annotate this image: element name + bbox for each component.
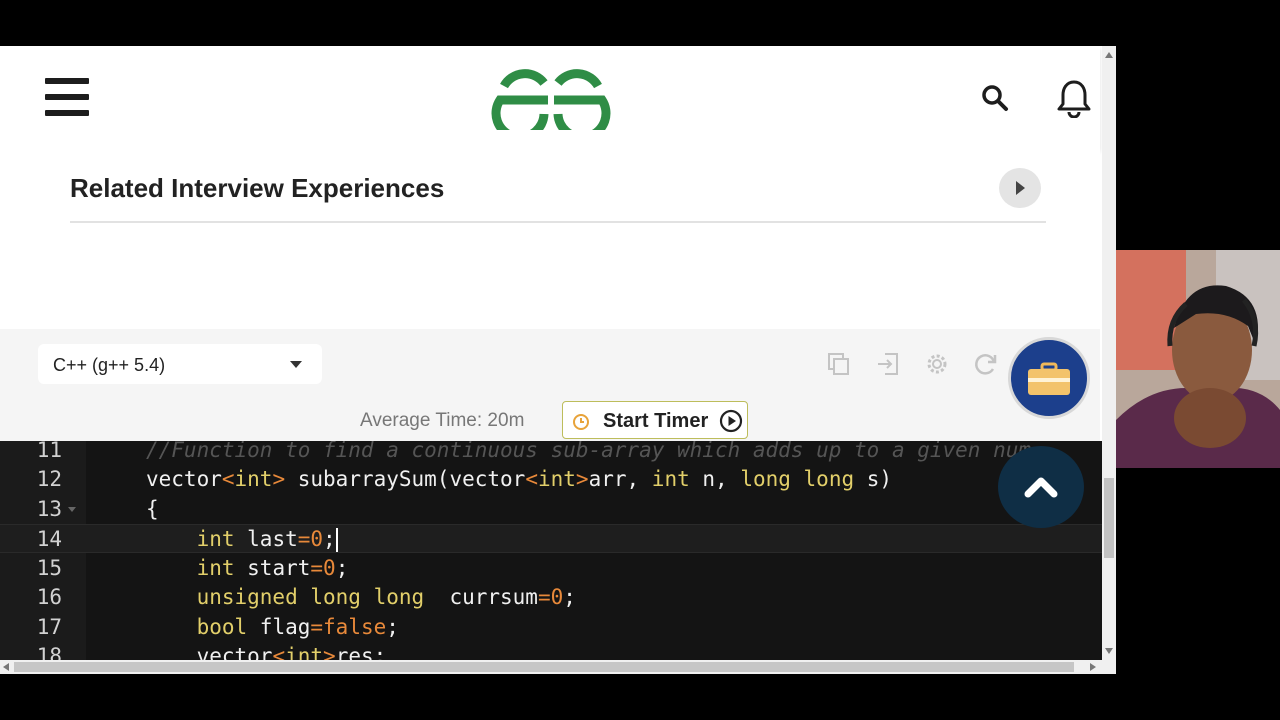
- alarm-clock-icon: [573, 414, 589, 430]
- horizontal-scrollbar-thumb[interactable]: [14, 662, 1074, 672]
- import-icon[interactable]: [875, 351, 901, 382]
- start-timer-label: Start Timer: [603, 410, 709, 432]
- site-header: [0, 46, 1100, 150]
- vertical-scrollbar-thumb[interactable]: [1104, 478, 1114, 558]
- copy-icon[interactable]: [826, 351, 852, 382]
- code-line: 17 bool flag=false;: [0, 613, 1102, 642]
- line-number: 11: [36, 441, 62, 462]
- briefcase-button[interactable]: [1008, 337, 1090, 419]
- code-line: 16 unsigned long long currsum=0;: [0, 583, 1102, 612]
- code-text: int start=0;: [196, 556, 349, 580]
- chevron-right-icon: [1016, 181, 1025, 195]
- webcam-overlay: [1116, 250, 1280, 468]
- code-line-active: 14 int last=0;: [0, 524, 1102, 553]
- caret-down-icon: [290, 361, 302, 368]
- code-text: int last=0;: [196, 527, 338, 552]
- editor-toolbar: C++ (g++ 5.4) Average Time: 20m Start Ti…: [0, 329, 1100, 441]
- menu-icon[interactable]: [45, 78, 89, 116]
- notification-bell-icon[interactable]: [1056, 78, 1092, 123]
- code-text: vector<int>res;: [146, 644, 387, 661]
- language-label: C++ (g++ 5.4): [53, 355, 166, 375]
- line-number: 13: [36, 497, 62, 521]
- code-line: 15 int start=0;: [0, 554, 1102, 583]
- text-cursor: [335, 528, 338, 552]
- divider: [70, 221, 1046, 223]
- line-number: 14: [36, 527, 62, 551]
- fold-arrow-icon[interactable]: [68, 507, 76, 512]
- code-text: {: [146, 497, 159, 521]
- start-timer-button[interactable]: Start Timer: [562, 401, 748, 439]
- scroll-right-arrow-icon[interactable]: [1090, 663, 1096, 671]
- search-icon[interactable]: [980, 83, 1010, 118]
- gfg-logo[interactable]: [490, 66, 612, 142]
- code-comment: //Function to find a continuous sub-arra…: [146, 441, 1032, 462]
- related-title: Related Interview Experiences: [70, 173, 445, 203]
- code-text: bool flag=false;: [196, 615, 399, 639]
- language-select[interactable]: C++ (g++ 5.4): [38, 344, 322, 384]
- average-time: Average Time: 20m: [360, 410, 525, 431]
- scroll-to-top-button[interactable]: [998, 446, 1084, 528]
- line-number: 17: [36, 615, 62, 639]
- line-number: 18: [36, 644, 62, 661]
- code-text: vector<int> subarraySum(vector<int>arr, …: [146, 467, 893, 491]
- scroll-down-arrow-icon[interactable]: [1105, 648, 1113, 654]
- code-line: 18 vector<int>res;: [0, 642, 1102, 661]
- scroll-up-arrow-icon[interactable]: [1105, 52, 1113, 58]
- reset-icon[interactable]: [973, 351, 999, 382]
- code-text: unsigned long long currsum=0;: [196, 585, 576, 609]
- related-section: Related Interview Experiences: [0, 149, 1100, 329]
- horizontal-scrollbar[interactable]: [0, 660, 1102, 674]
- related-next-button[interactable]: [999, 168, 1041, 208]
- settings-icon[interactable]: [924, 351, 950, 382]
- code-line: 11 //Function to find a continuous sub-a…: [0, 441, 1102, 465]
- code-line: 13 {: [0, 495, 1102, 524]
- line-number: 16: [36, 585, 62, 609]
- chevron-up-icon: [1024, 477, 1058, 498]
- line-number: 12: [36, 467, 62, 491]
- play-circle-icon: [719, 409, 743, 433]
- briefcase-icon: [1028, 362, 1070, 395]
- browser-window: Related Interview Experiences C++ (g++ 5…: [0, 46, 1116, 674]
- vertical-scrollbar[interactable]: [1102, 46, 1116, 674]
- code-editor[interactable]: 11 //Function to find a continuous sub-a…: [0, 441, 1102, 661]
- scroll-left-arrow-icon[interactable]: [3, 663, 9, 671]
- line-number: 15: [36, 556, 62, 580]
- code-line: 12 vector<int> subarraySum(vector<int>ar…: [0, 465, 1102, 494]
